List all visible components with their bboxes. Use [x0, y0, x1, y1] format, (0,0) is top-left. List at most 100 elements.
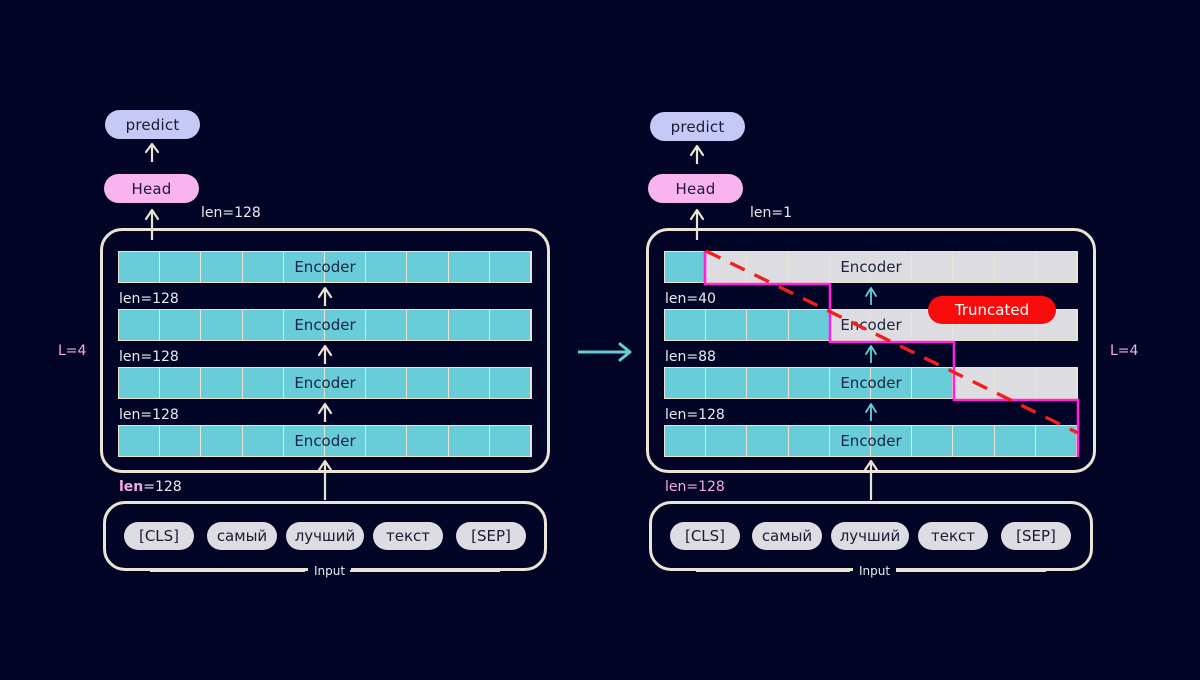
- encoder-cell: [366, 252, 408, 282]
- left-depth-label: L=4: [58, 343, 87, 359]
- encoder-cell: [366, 368, 408, 398]
- right-row-2-len: len=88: [665, 349, 716, 365]
- encoder-cell: [366, 310, 408, 340]
- left-token-chip[interactable]: текст: [373, 522, 443, 550]
- encoder-cell: [871, 252, 913, 282]
- encoder-cell: [829, 252, 872, 282]
- encoder-cell: [829, 426, 872, 456]
- right-predict-pill: predict: [650, 112, 745, 141]
- truncated-badge-label: Truncated: [954, 301, 1030, 319]
- encoder-cell: [747, 368, 789, 398]
- encoder-cell: [1035, 368, 1078, 398]
- encoder-cell: [788, 310, 830, 340]
- transition-arrow: [578, 342, 632, 362]
- left-top-len-label: len=128: [201, 205, 261, 221]
- left-token-chip[interactable]: [CLS]: [124, 522, 194, 550]
- encoder-cell: [665, 426, 707, 456]
- encoder-cell: [448, 310, 490, 340]
- right-token-chip[interactable]: [CLS]: [670, 522, 740, 550]
- left-token-chip[interactable]: самый: [207, 522, 277, 550]
- encoder-cell: [489, 426, 532, 456]
- encoder-cell: [283, 310, 326, 340]
- encoder-cell: [994, 426, 1036, 456]
- left-token-label: лучший: [294, 527, 356, 545]
- encoder-cell: [665, 252, 707, 282]
- encoder-cell: [160, 310, 202, 340]
- encoder-cell: [829, 310, 872, 340]
- encoder-cell: [912, 252, 954, 282]
- right-token-label: [SEP]: [1016, 527, 1056, 545]
- encoder-cell: [201, 252, 243, 282]
- right-encoder-row-1: Encoder: [664, 251, 1078, 283]
- encoder-cell: [1035, 426, 1078, 456]
- left-input-caption: Input: [308, 564, 352, 578]
- right-token-label: [CLS]: [684, 527, 726, 545]
- right-token-label: лучший: [839, 527, 901, 545]
- right-encoder-row-4: Encoder: [664, 425, 1078, 457]
- diagram-canvas: predict Head L=4 len=128 Encoder len=128: [0, 0, 1200, 680]
- encoder-cell: [242, 252, 284, 282]
- left-head-label: Head: [131, 179, 172, 198]
- right-token-chip[interactable]: текст: [918, 522, 988, 550]
- right-encoder-row-3: Encoder: [664, 367, 1078, 399]
- encoder-cell: [706, 252, 748, 282]
- encoder-cell: [665, 368, 707, 398]
- encoder-cell: [489, 310, 532, 340]
- right-head-pill: Head: [648, 174, 743, 203]
- encoder-cell: [829, 368, 872, 398]
- encoder-cell: [119, 252, 161, 282]
- encoder-cell: [953, 426, 995, 456]
- encoder-cell: [912, 368, 954, 398]
- left-predict-pill: predict: [105, 110, 200, 139]
- left-token-chip[interactable]: [SEP]: [456, 522, 526, 550]
- encoder-cell: [119, 426, 161, 456]
- encoder-cell: [325, 252, 367, 282]
- right-token-label: текст: [930, 527, 975, 545]
- encoder-cell: [160, 252, 202, 282]
- encoder-cell: [665, 310, 707, 340]
- encoder-cell: [747, 426, 789, 456]
- encoder-cell: [788, 252, 830, 282]
- encoder-cell: [160, 426, 202, 456]
- encoder-cell: [489, 252, 532, 282]
- encoder-cell: [283, 426, 326, 456]
- right-input-caption: Input: [853, 564, 897, 578]
- encoder-cell: [325, 426, 367, 456]
- left-row-2-len: len=128: [119, 349, 179, 365]
- encoder-cell: [1035, 252, 1078, 282]
- encoder-cell: [871, 426, 913, 456]
- right-token-chip[interactable]: лучший: [831, 522, 909, 550]
- encoder-cell: [706, 426, 748, 456]
- encoder-cell: [448, 252, 490, 282]
- left-head-to-predict-arrow: [144, 142, 160, 162]
- encoder-cell: [489, 368, 532, 398]
- left-predict-label: predict: [125, 115, 180, 134]
- right-token-chip[interactable]: самый: [752, 522, 822, 550]
- encoder-cell: [706, 368, 748, 398]
- encoder-cell: [953, 368, 995, 398]
- left-row-3-len: len=128: [119, 407, 179, 423]
- truncated-badge: Truncated: [928, 296, 1056, 324]
- encoder-cell: [747, 252, 789, 282]
- left-token-chip[interactable]: лучший: [286, 522, 364, 550]
- right-token-chip[interactable]: [SEP]: [1001, 522, 1071, 550]
- encoder-cell: [407, 310, 449, 340]
- encoder-cell: [242, 426, 284, 456]
- right-predict-label: predict: [670, 117, 725, 136]
- left-input-len-label: len=128: [119, 479, 182, 495]
- encoder-cell: [912, 426, 954, 456]
- encoder-cell: [325, 368, 367, 398]
- right-head-label: Head: [675, 179, 716, 198]
- encoder-cell: [448, 426, 490, 456]
- encoder-cell: [283, 252, 326, 282]
- encoder-cell: [119, 310, 161, 340]
- left-encoder-row-1: Encoder: [118, 251, 532, 283]
- encoder-cell: [366, 426, 408, 456]
- right-depth-label: L=4: [1110, 343, 1139, 359]
- encoder-cell: [201, 368, 243, 398]
- left-encoder-row-4: Encoder: [118, 425, 532, 457]
- encoder-cell: [788, 426, 830, 456]
- left-head-pill: Head: [104, 174, 199, 203]
- left-input-len-suffix: =128: [143, 479, 182, 495]
- encoder-cell: [201, 310, 243, 340]
